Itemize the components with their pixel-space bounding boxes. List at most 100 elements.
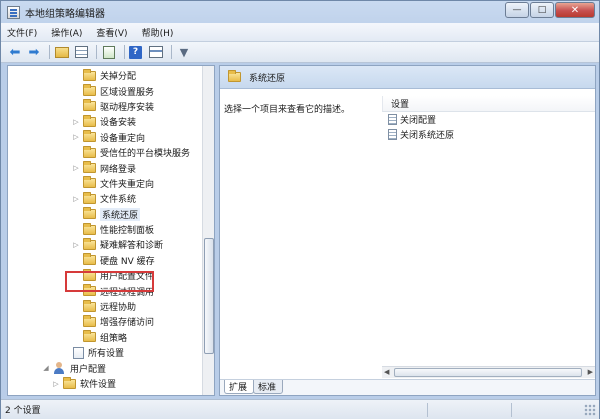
navigation-tree: 关掉分配 区域设置服务 驱动程序安装 ▷ 设备安装 ▷ 设备重定向受信任的平台模块服务 ▷ 网络… bbox=[7, 65, 215, 396]
folder-icon bbox=[83, 314, 96, 327]
expand-arrow-icon[interactable]: ◢ bbox=[42, 364, 50, 372]
back-arrow-icon[interactable]: ⬅ bbox=[7, 45, 23, 60]
tree-item[interactable]: ▷ 软件设置 bbox=[8, 376, 203, 391]
details-pane: 系统还原 选择一个项目来查看它的描述。 设置 关闭配置 关闭系统还原 ◀ ▶ 扩… bbox=[219, 65, 596, 396]
tree-item[interactable]: ▷ 网络登录 bbox=[8, 160, 203, 175]
folder-icon bbox=[83, 330, 96, 343]
folder-icon bbox=[83, 161, 96, 174]
group-policy-editor-window: 本地组策略编辑器 — □ ✕ 文件(F) 操作(A) 查看(V) 帮助(H) ⬅… bbox=[0, 0, 600, 419]
folder-icon bbox=[83, 207, 96, 220]
folder-icon bbox=[83, 145, 96, 158]
column-header-setting[interactable]: 设置 bbox=[382, 96, 595, 112]
tree-item[interactable]: ▷ 文件系统 bbox=[8, 191, 203, 206]
tree-item[interactable]: ▷ 设备安装 bbox=[8, 114, 203, 129]
folder-icon bbox=[83, 268, 96, 281]
tree-item[interactable]: 硬盘 NV 缓存 bbox=[8, 253, 203, 268]
tree-item-label: 设备安装 bbox=[100, 118, 137, 129]
tree-item-label: 关掉分配 bbox=[100, 72, 137, 83]
tree-item[interactable]: ▷ 设备重定向 bbox=[8, 130, 203, 145]
tree-item-label: 硬盘 NV 缓存 bbox=[100, 256, 155, 267]
tree-item-label: 远程过程调用 bbox=[100, 287, 155, 298]
expand-arrow-icon[interactable]: ▷ bbox=[72, 118, 80, 126]
settings-list-icon bbox=[73, 346, 84, 359]
settings-list: 设置 关闭配置 关闭系统还原 bbox=[382, 96, 595, 366]
folder-icon bbox=[83, 130, 96, 143]
expand-arrow-icon[interactable]: ▷ bbox=[72, 133, 80, 141]
folder-icon bbox=[83, 222, 96, 235]
status-text: 2 个设置 bbox=[5, 406, 41, 416]
tree-list: 关掉分配 区域设置服务 驱动程序安装 ▷ 设备安装 ▷ 设备重定向受信任的平台模块服务 ▷ 网络… bbox=[8, 68, 203, 391]
folder-icon bbox=[83, 84, 96, 97]
menu-help[interactable]: 帮助(H) bbox=[142, 26, 174, 39]
tree-item[interactable]: 系统还原 bbox=[8, 207, 203, 222]
tree-item[interactable]: 驱动程序安装 bbox=[8, 99, 203, 114]
details-title: 系统还原 bbox=[249, 73, 286, 84]
minimize-button[interactable]: — bbox=[505, 2, 529, 18]
tab-extended[interactable]: 扩展 bbox=[224, 380, 255, 394]
tree-item[interactable]: 增强存储访问 bbox=[8, 314, 203, 329]
tree-item[interactable]: 关掉分配 bbox=[8, 68, 203, 83]
resize-grip-icon[interactable] bbox=[584, 404, 596, 416]
filter-icon[interactable]: ▼ bbox=[176, 45, 192, 60]
tree-item-label: 受信任的平台模块服务 bbox=[100, 149, 191, 160]
menu-action[interactable]: 操作(A) bbox=[51, 26, 82, 39]
close-button[interactable]: ✕ bbox=[555, 2, 595, 18]
toolbar-separator bbox=[171, 45, 172, 59]
folder-icon bbox=[83, 68, 96, 81]
folder-icon bbox=[83, 237, 96, 250]
expand-arrow-icon[interactable]: ▷ bbox=[72, 241, 80, 249]
folder-icon bbox=[83, 299, 96, 312]
tree-item[interactable]: ◢ 用户配置 bbox=[8, 360, 203, 375]
setting-label: 关闭配置 bbox=[400, 116, 437, 126]
status-divider bbox=[427, 403, 428, 417]
tree-item-label: 网络登录 bbox=[100, 164, 137, 175]
details-scroll-thumb[interactable] bbox=[394, 368, 582, 377]
show-tree-icon[interactable] bbox=[73, 45, 89, 60]
folder-icon bbox=[83, 191, 96, 204]
tree-vertical-scrollbar[interactable] bbox=[202, 66, 214, 395]
expand-arrow-icon[interactable]: ▷ bbox=[72, 164, 80, 172]
tree-item[interactable]: 区域设置服务 bbox=[8, 83, 203, 98]
tree-item[interactable]: 远程过程调用 bbox=[8, 283, 203, 298]
tree-item-label: 远程协助 bbox=[100, 303, 137, 314]
toolbar-separator bbox=[96, 45, 97, 59]
tree-item-label: 设备重定向 bbox=[100, 133, 146, 144]
tree-scroll-thumb[interactable] bbox=[204, 238, 214, 354]
tree-item[interactable]: 文件夹重定向 bbox=[8, 176, 203, 191]
properties-icon[interactable] bbox=[148, 45, 164, 60]
folder-icon bbox=[83, 253, 96, 266]
details-horizontal-scrollbar[interactable]: ◀ ▶ bbox=[382, 366, 595, 378]
folder-icon bbox=[83, 176, 96, 189]
tree-item[interactable]: 所有设置 bbox=[8, 345, 203, 360]
tab-standard[interactable]: 标准 bbox=[253, 380, 284, 394]
setting-row[interactable]: 关闭系统还原 bbox=[382, 127, 595, 142]
scroll-left-icon[interactable]: ◀ bbox=[384, 367, 389, 378]
maximize-button[interactable]: □ bbox=[530, 2, 554, 18]
menu-file[interactable]: 文件(F) bbox=[7, 26, 37, 39]
export-list-icon[interactable] bbox=[101, 45, 117, 60]
folder-up-icon[interactable] bbox=[54, 45, 70, 60]
description-text: 选择一个项目来查看它的描述。 bbox=[224, 105, 351, 115]
folder-icon bbox=[83, 114, 96, 127]
tree-item-label: 用户配置 bbox=[70, 364, 107, 375]
tree-item[interactable]: 性能控制面板 bbox=[8, 222, 203, 237]
help-icon[interactable]: ? bbox=[129, 45, 145, 60]
toolbar: ⬅ ➡ ? ▼ bbox=[1, 42, 599, 63]
menu-view[interactable]: 查看(V) bbox=[96, 26, 127, 39]
setting-row[interactable]: 关闭配置 bbox=[382, 112, 595, 127]
tree-item[interactable]: ▷ 疑难解答和诊断 bbox=[8, 237, 203, 252]
folder-icon bbox=[83, 99, 96, 112]
tree-item-label: 疑难解答和诊断 bbox=[100, 241, 164, 252]
expand-arrow-icon[interactable]: ▷ bbox=[52, 380, 60, 388]
tree-item[interactable]: 组策略 bbox=[8, 330, 203, 345]
tree-item[interactable]: 用户配置文件 bbox=[8, 268, 203, 283]
folder-icon bbox=[228, 70, 241, 82]
toolbar-separator bbox=[124, 45, 125, 59]
expand-arrow-icon[interactable]: ▷ bbox=[72, 195, 80, 203]
scroll-right-icon[interactable]: ▶ bbox=[588, 367, 593, 378]
tree-item[interactable]: 远程协助 bbox=[8, 299, 203, 314]
tree-item[interactable]: 受信任的平台模块服务 bbox=[8, 145, 203, 160]
forward-arrow-icon[interactable]: ➡ bbox=[26, 45, 42, 60]
details-header: 系统还原 bbox=[220, 66, 595, 89]
toolbar-separator bbox=[49, 45, 50, 59]
